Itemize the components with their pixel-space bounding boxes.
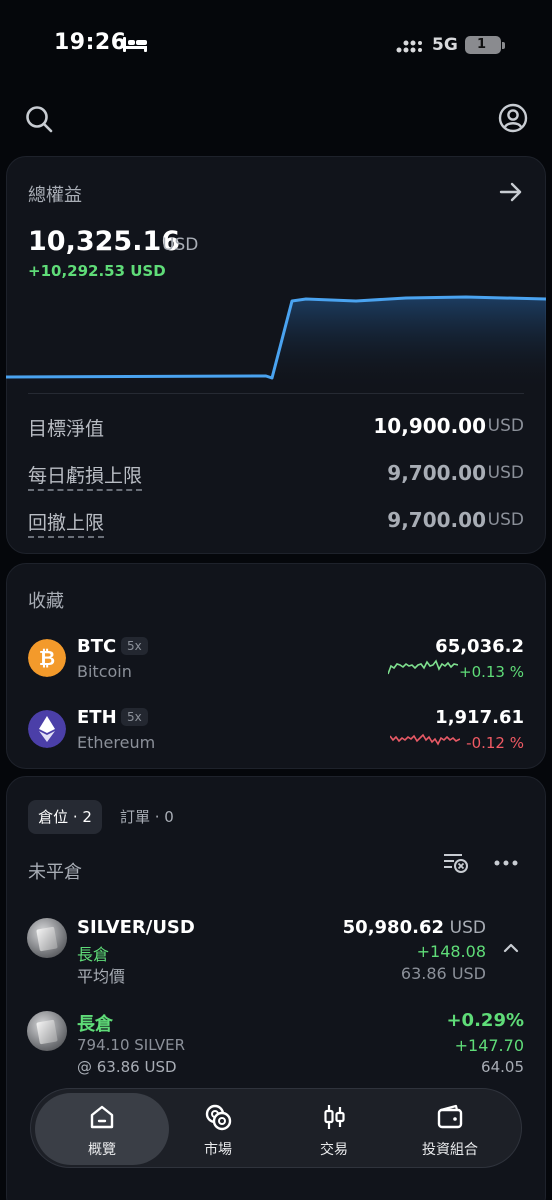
nav-item-trade[interactable]: 交易 bbox=[274, 1089, 394, 1169]
position-pnl: +148.08 bbox=[416, 942, 486, 961]
detail-pnl: +147.70 bbox=[454, 1036, 524, 1055]
position-value: 50,980.62 bbox=[342, 917, 444, 938]
daily-loss-limit-label[interactable]: 每日虧損上限 bbox=[28, 461, 143, 491]
detail-side: 長倉 bbox=[77, 1014, 113, 1035]
favorite-name: Ethereum bbox=[77, 733, 156, 752]
detail-quantity: 794.10 SILVER bbox=[77, 1036, 186, 1054]
eth-sparkline bbox=[390, 733, 460, 746]
battery-cap bbox=[502, 42, 505, 49]
open-positions-label: 未平倉 bbox=[28, 862, 82, 883]
favorite-symbol: BTC bbox=[77, 636, 117, 657]
favorite-symbol: ETH bbox=[77, 707, 117, 728]
position-side: 長倉 bbox=[77, 945, 110, 964]
avg-price-label: 平均價 bbox=[77, 967, 126, 986]
bottom-nav: 概覽 市場 交易 投資組合 bbox=[30, 1088, 522, 1168]
drawdown-limit-value: 9,700.00 bbox=[387, 508, 486, 532]
svg-text:₿: ₿ bbox=[39, 646, 55, 670]
target-equity-label: 目標淨值 bbox=[28, 418, 105, 440]
equity-title: 總權益 bbox=[28, 185, 82, 206]
nav-item-market[interactable]: 市場 bbox=[158, 1089, 278, 1169]
battery-icon: 1 bbox=[465, 36, 501, 54]
target-equity-value: 10,900.00 bbox=[373, 414, 486, 438]
coins-icon bbox=[205, 1104, 232, 1131]
chevron-up-icon[interactable] bbox=[502, 942, 520, 954]
detail-entry-price: @ 63.86 USD bbox=[77, 1058, 177, 1076]
candlestick-icon bbox=[324, 1105, 345, 1129]
favorite-change: -0.12 % bbox=[466, 734, 524, 752]
status-time: 19:26 bbox=[54, 30, 127, 55]
favorite-name: Bitcoin bbox=[77, 662, 132, 681]
more-options-icon[interactable] bbox=[494, 860, 518, 866]
tab-orders[interactable]: 訂單 · 0 bbox=[120, 800, 174, 834]
network-type: 5G bbox=[432, 35, 458, 55]
favorite-change: +0.13 % bbox=[459, 663, 524, 681]
detail-mark-price: 64.05 bbox=[481, 1058, 524, 1076]
search-icon[interactable] bbox=[24, 104, 54, 134]
tab-positions[interactable]: 倉位 · 2 bbox=[28, 800, 102, 834]
cellular-signal-icon bbox=[396, 40, 422, 53]
leverage-badge: 5x bbox=[121, 637, 148, 655]
profile-icon[interactable] bbox=[498, 103, 528, 133]
favorite-price: 65,036.2 bbox=[435, 636, 524, 657]
favorite-price: 1,917.61 bbox=[435, 707, 524, 728]
equity-value: 10,325.16 bbox=[28, 226, 181, 257]
drawdown-limit-label[interactable]: 回撤上限 bbox=[28, 508, 105, 538]
position-symbol: SILVER/USD bbox=[77, 917, 195, 938]
sleep-focus-icon bbox=[123, 37, 147, 52]
silver-icon bbox=[27, 918, 67, 958]
ethereum-icon bbox=[28, 710, 66, 748]
position-avg-price: 63.86 USD bbox=[400, 964, 486, 983]
battery-level: 1 bbox=[476, 37, 487, 52]
daily-loss-limit-value: 9,700.00 bbox=[387, 461, 486, 485]
target-equity-unit: USD bbox=[487, 416, 524, 436]
wallet-icon bbox=[437, 1104, 463, 1129]
home-icon bbox=[90, 1105, 114, 1129]
nav-label: 交易 bbox=[320, 1142, 348, 1158]
arrow-right-icon[interactable] bbox=[498, 181, 524, 203]
nav-label: 投資組合 bbox=[422, 1142, 478, 1158]
bitcoin-icon: ₿ bbox=[28, 639, 66, 677]
drawdown-limit-unit: USD bbox=[487, 510, 524, 530]
favorites-title: 收藏 bbox=[28, 591, 64, 612]
daily-loss-limit-unit: USD bbox=[487, 463, 524, 483]
equity-chart bbox=[6, 295, 546, 390]
detail-pnl-percent: +0.29% bbox=[446, 1010, 524, 1031]
screen: 19:26 5G 1 總權益 10,325.16 USD +10,292.53 … bbox=[0, 0, 552, 1200]
nav-item-portfolio[interactable]: 投資組合 bbox=[390, 1089, 510, 1169]
position-value-unit: USD bbox=[449, 918, 486, 938]
nav-item-overview[interactable]: 概覽 bbox=[42, 1089, 162, 1169]
equity-divider bbox=[28, 393, 524, 394]
nav-label: 概覽 bbox=[88, 1142, 116, 1158]
nav-label: 市場 bbox=[204, 1142, 232, 1158]
close-all-icon[interactable] bbox=[442, 852, 470, 874]
btc-sparkline bbox=[388, 659, 458, 675]
equity-change: +10,292.53 USD bbox=[28, 262, 166, 280]
equity-unit: USD bbox=[162, 235, 199, 255]
silver-icon bbox=[27, 1011, 67, 1051]
leverage-badge: 5x bbox=[121, 708, 148, 726]
